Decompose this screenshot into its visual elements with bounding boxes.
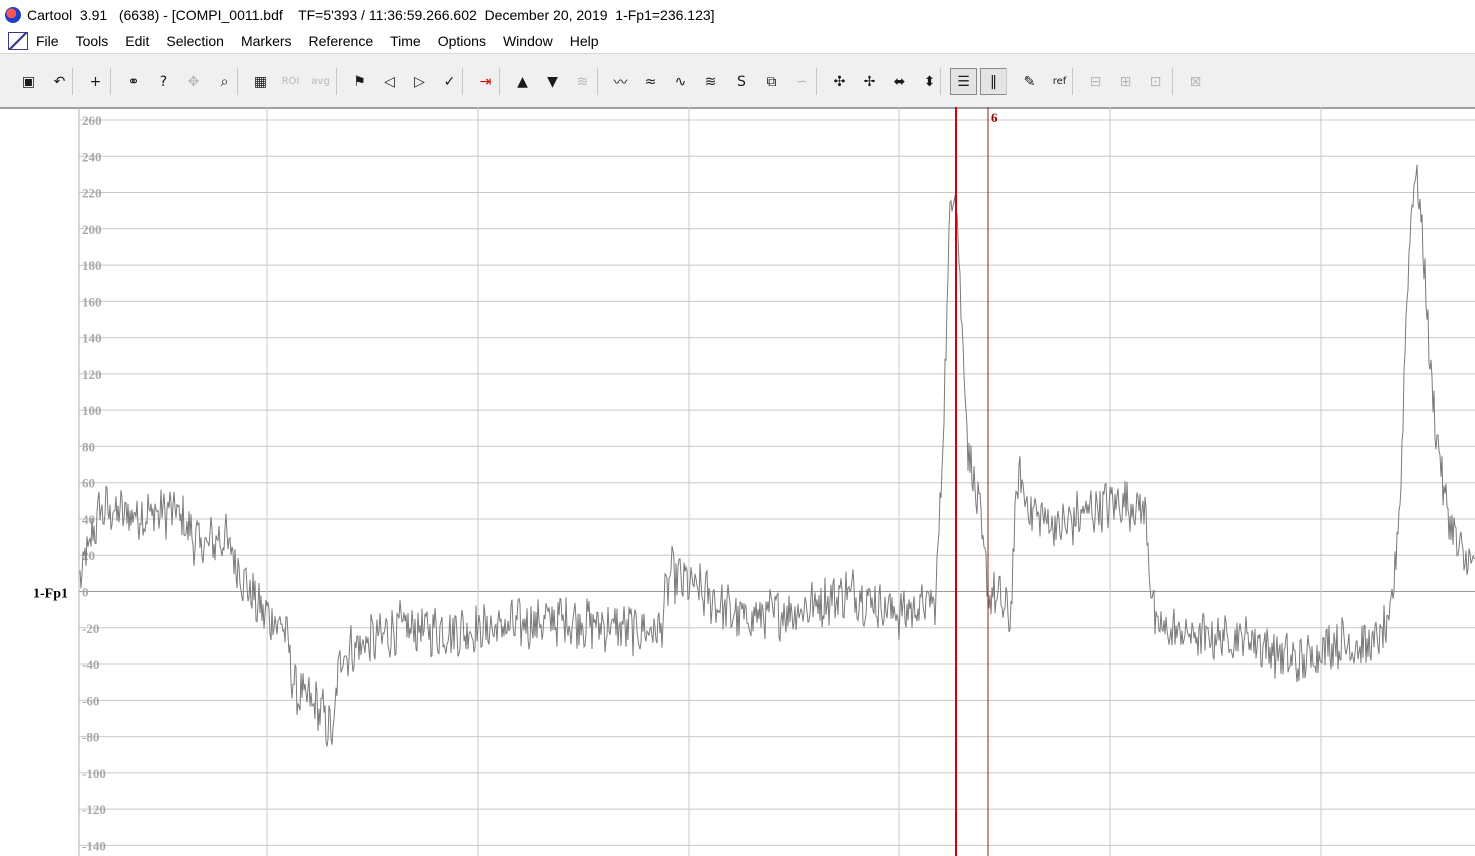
app-logo-icon bbox=[5, 6, 21, 23]
toolbar-separator bbox=[940, 68, 941, 95]
montage-icon[interactable]: ▦ bbox=[247, 68, 274, 95]
roi-icon[interactable]: ROI bbox=[277, 68, 304, 95]
menu-markers[interactable]: Markers bbox=[241, 32, 292, 50]
average-icon[interactable]: avg bbox=[307, 68, 334, 95]
y-tick-label: -40 bbox=[82, 657, 99, 672]
horizontal-grid bbox=[79, 119, 1475, 846]
y-tick-label: 40 bbox=[82, 512, 95, 527]
layout-1-icon[interactable]: ⊡ bbox=[1142, 68, 1169, 95]
menu-edit[interactable]: Edit bbox=[125, 32, 149, 50]
y-tick-label: 220 bbox=[82, 186, 102, 201]
window-title: Cartool 3.91 (6638) - [COMPI_0011.bdf TF… bbox=[27, 6, 715, 23]
menu-file[interactable]: File bbox=[36, 32, 59, 50]
marker-label[interactable]: 6 bbox=[991, 110, 998, 125]
toolbar-separator bbox=[1072, 68, 1073, 95]
next-marker-icon[interactable]: ▷ bbox=[406, 68, 433, 95]
y-tick-label: 160 bbox=[82, 294, 102, 309]
s-trace-icon[interactable]: S bbox=[728, 68, 755, 95]
menu-time[interactable]: Time bbox=[390, 32, 421, 50]
filter-icon[interactable]: ≋ bbox=[569, 68, 596, 95]
y-tick-label: 140 bbox=[82, 331, 102, 346]
reference-icon[interactable]: ref bbox=[1046, 68, 1073, 95]
menu-window[interactable]: Window bbox=[503, 32, 553, 50]
magnifier-icon[interactable]: ⌕ bbox=[211, 68, 238, 95]
toolbar-separator bbox=[1006, 68, 1007, 95]
menu-tools[interactable]: Tools bbox=[76, 32, 109, 50]
wave-down-icon[interactable]: ∿ bbox=[667, 68, 694, 95]
expand-tracks-icon[interactable]: ≈ bbox=[637, 68, 664, 95]
spread-icon[interactable]: ⬌ bbox=[886, 68, 913, 95]
y-tick-label: 0 bbox=[82, 585, 89, 600]
toolbar-separator bbox=[72, 68, 73, 95]
document-menu-icon[interactable] bbox=[8, 32, 28, 50]
scale-down-icon[interactable]: ▼ bbox=[539, 68, 566, 95]
y-tick-label: 80 bbox=[82, 439, 95, 454]
eeg-plot[interactable]: 260240220200180160140120100806040200-20-… bbox=[0, 107, 1475, 856]
zoom-query-icon[interactable]: ? bbox=[150, 68, 177, 95]
time-zoom-icon[interactable]: ⧉ bbox=[758, 68, 785, 95]
compress-tracks-icon[interactable]: 〰 bbox=[607, 68, 634, 95]
baseline-plus-icon[interactable]: ⊞ bbox=[1112, 68, 1139, 95]
compass-icon[interactable]: ✥ bbox=[180, 68, 207, 95]
toolbar-separator bbox=[1172, 68, 1173, 95]
go-to-marker-icon[interactable]: ⇥ bbox=[472, 68, 499, 95]
toolbar-separator bbox=[110, 68, 111, 95]
toolbar-separator bbox=[499, 68, 500, 95]
undo-icon[interactable]: ↶ bbox=[46, 68, 73, 95]
menu-bar: File Tools Edit Selection Markers Refere… bbox=[0, 29, 1475, 54]
add-track-icon[interactable]: + bbox=[82, 68, 109, 95]
vertical-grid-icon[interactable]: ‖ bbox=[980, 68, 1007, 95]
toolbar-separator bbox=[597, 68, 598, 95]
color-picker-icon[interactable]: ✎ bbox=[1016, 68, 1043, 95]
menu-help[interactable]: Help bbox=[570, 32, 599, 50]
y-tick-label: 60 bbox=[82, 476, 95, 491]
contrast-down-icon[interactable]: ✢ bbox=[856, 68, 883, 95]
toolbar-separator bbox=[237, 68, 238, 95]
toolbar-separator bbox=[816, 68, 817, 95]
y-tick-label: 200 bbox=[82, 222, 102, 237]
check-marker-icon[interactable]: ✓ bbox=[436, 68, 463, 95]
y-tick-label: -60 bbox=[82, 693, 99, 708]
y-tick-label: 100 bbox=[82, 403, 102, 418]
previous-marker-icon[interactable]: ◁ bbox=[376, 68, 403, 95]
y-tick-label: 240 bbox=[82, 149, 102, 164]
y-tick-label: -140 bbox=[82, 838, 106, 853]
y-tick-label: 180 bbox=[82, 258, 102, 273]
y-tick-label: -20 bbox=[82, 621, 99, 636]
spline-icon[interactable]: ∽ bbox=[788, 68, 815, 95]
merge-icon[interactable]: ⬍ bbox=[916, 68, 943, 95]
y-tick-label: 260 bbox=[82, 113, 102, 128]
vertical-grid bbox=[266, 107, 1322, 856]
baseline-minus-icon[interactable]: ⊟ bbox=[1082, 68, 1109, 95]
horizontal-grid-icon[interactable]: ☰ bbox=[950, 68, 977, 95]
link-icon[interactable]: ⚭ bbox=[120, 68, 147, 95]
y-tick-label: -100 bbox=[82, 766, 106, 781]
scale-up-icon[interactable]: ▲ bbox=[509, 68, 536, 95]
y-tick-label: -120 bbox=[82, 802, 106, 817]
y-tick-label: -80 bbox=[82, 730, 99, 745]
wave-up-icon[interactable]: ≋ bbox=[697, 68, 724, 95]
layout-2-icon[interactable]: ⊠ bbox=[1182, 68, 1209, 95]
y-tick-label: 120 bbox=[82, 367, 102, 382]
title-bar: Cartool 3.91 (6638) - [COMPI_0011.bdf TF… bbox=[0, 0, 1475, 29]
contrast-up-icon[interactable]: ✣ bbox=[826, 68, 853, 95]
eeg-trace bbox=[79, 164, 1475, 747]
menu-reference[interactable]: Reference bbox=[309, 32, 374, 50]
menu-selection[interactable]: Selection bbox=[166, 32, 224, 50]
toolbar-separator bbox=[462, 68, 463, 95]
flag-icon[interactable]: ⚑ bbox=[346, 68, 373, 95]
toolbar-separator bbox=[336, 68, 337, 95]
save-display-icon[interactable]: ▣ bbox=[15, 68, 42, 95]
toolbar: ▣ ↶ + ⚭? ✥ ⌕ ▦ ROI avg ⚑ ◁ ▷ ✓ ⇥ ▲ ▼ ≋ 〰 ≈ ∿ ≋ S ⧉ ∽ ✣ ✢ ⬌ ⬍ ☰ ‖ ✎ ref ⊟… bbox=[0, 54, 1475, 107]
channel-label[interactable]: 1-Fp1 bbox=[33, 587, 68, 602]
menu-options[interactable]: Options bbox=[438, 32, 486, 50]
